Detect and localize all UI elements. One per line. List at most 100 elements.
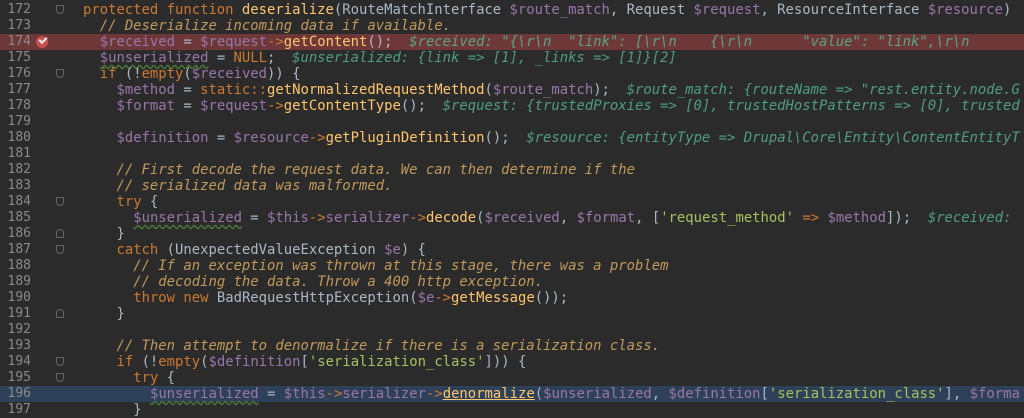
line-number[interactable]: 183 (0, 178, 31, 194)
code-line[interactable]: 183 // serialized data was malformed. (0, 178, 1024, 194)
code-text: $unserialized = NULL; $unserialized: {li… (100, 50, 677, 66)
code-token: (); (367, 34, 410, 50)
code-token: => (794, 210, 828, 226)
code-token: decode (425, 210, 477, 226)
code-token: $definition (668, 386, 761, 402)
line-number[interactable]: 182 (0, 162, 31, 178)
code-line[interactable]: 195 try { (0, 370, 1024, 386)
line-number[interactable]: 196 (0, 386, 31, 402)
line-number[interactable]: 174 (0, 34, 31, 50)
fold-marker-icon[interactable] (56, 229, 64, 238)
code-token: = (241, 210, 268, 226)
code-token: (UnexpectedValueException (166, 242, 385, 258)
code-line[interactable]: 197} (0, 402, 1024, 418)
code-token: } (116, 226, 125, 242)
line-number[interactable]: 178 (0, 98, 31, 114)
code-line[interactable]: 181 (0, 146, 1024, 162)
code-token: $resource (233, 130, 309, 146)
code-line[interactable]: 194 if (!empty($definition['serialization… (0, 354, 1024, 370)
code-token: $unserialized (149, 386, 259, 402)
line-number[interactable]: 187 (0, 242, 31, 258)
fold-marker-icon[interactable] (56, 357, 64, 366)
code-token: (RouteMatchInterface (333, 2, 510, 18)
line-number[interactable]: 179 (0, 114, 31, 130)
current-execution-line[interactable]: 196 $unserialized = $this->serializer->de… (0, 386, 1024, 402)
code-token: } (116, 306, 125, 322)
code-token: ( (484, 82, 493, 98)
line-number[interactable]: 180 (0, 130, 31, 146)
line-number[interactable]: 181 (0, 146, 31, 162)
line-number[interactable]: 172 (0, 2, 31, 18)
code-line[interactable]: 180 $definition = $resource->getPluginDef… (0, 130, 1024, 146)
code-line[interactable]: 182 // First decode the request data. We … (0, 162, 1024, 178)
fold-marker-icon[interactable] (56, 309, 64, 318)
code-token: } (133, 402, 142, 418)
code-token: -> (267, 34, 284, 50)
line-number[interactable]: 186 (0, 226, 31, 242)
code-token: static:: (200, 82, 268, 98)
code-line[interactable]: 191} (0, 306, 1024, 322)
code-line[interactable]: 189 // decoding the data. Throw a 400 htt… (0, 274, 1024, 290)
line-number[interactable]: 175 (0, 50, 31, 66)
line-number[interactable]: 192 (0, 322, 31, 338)
code-line[interactable]: 173 // Deserialize incoming data if avail… (0, 18, 1024, 34)
code-token: -> (267, 98, 284, 114)
code-token: (); (484, 130, 527, 146)
code-text: // First decode the request data. We can… (116, 162, 635, 178)
code-token: $unserialized (543, 386, 652, 402)
code-text: $unserialized = $this->serializer->denor… (150, 386, 1020, 402)
code-token: = (175, 34, 201, 50)
code-line[interactable]: 172 protected function deserialize(RouteM… (0, 2, 1024, 18)
fold-marker-icon[interactable] (56, 245, 64, 254)
line-number[interactable]: 188 (0, 258, 31, 274)
code-line[interactable]: 184 try { (0, 194, 1024, 210)
code-line[interactable]: 178 $format = $request->getContentType();… (0, 98, 1024, 114)
line-number[interactable]: 191 (0, 306, 31, 322)
code-line[interactable]: 176 if (!empty($received)) { (0, 66, 1024, 82)
code-text: $method = static::getNormalizedRequestMe… (116, 82, 1019, 98)
line-number[interactable]: 177 (0, 82, 31, 98)
line-number[interactable]: 176 (0, 66, 31, 82)
line-number[interactable]: 189 (0, 274, 31, 290)
code-token: $forma (969, 386, 1020, 402)
line-number[interactable]: 194 (0, 354, 31, 370)
code-token: (); (400, 98, 443, 114)
code-line[interactable]: 186} (0, 226, 1024, 242)
fold-marker-icon[interactable] (56, 197, 64, 206)
code-token: NULL (233, 50, 267, 66)
code-token: ()); (534, 290, 569, 306)
code-line[interactable]: 192 (0, 322, 1024, 338)
line-number[interactable]: 173 (0, 18, 31, 34)
line-number[interactable]: 197 (0, 402, 31, 418)
code-token: $route_match (492, 82, 594, 98)
breakpoint-icon[interactable] (36, 36, 48, 48)
code-token: $definition (208, 354, 301, 370)
code-line[interactable]: 177 $method = static::getNormalizedReques… (0, 82, 1024, 98)
line-number[interactable]: 190 (0, 290, 31, 306)
code-token: ); (593, 82, 627, 98)
fold-marker-icon[interactable] (56, 69, 64, 78)
fold-marker-icon[interactable] (56, 5, 64, 14)
code-token: = (208, 130, 234, 146)
code-text: // If an exception was thrown at this st… (133, 258, 668, 274)
line-number[interactable]: 184 (0, 194, 31, 210)
code-editor[interactable]: 172 protected function deserialize(RouteM… (0, 2, 1024, 418)
code-token: (! (141, 354, 159, 370)
code-line[interactable]: 187 catch (UnexpectedValueException $e) { (0, 242, 1024, 258)
code-token: try (133, 370, 167, 386)
fold-marker-icon[interactable] (56, 373, 64, 382)
line-number[interactable]: 193 (0, 338, 31, 354)
code-token: deserialize (241, 2, 334, 18)
code-line[interactable]: 190 throw new BadRequestHttpException($e-… (0, 290, 1024, 306)
code-line[interactable]: 188 // If an exception was thrown at this… (0, 258, 1024, 274)
line-number[interactable]: 195 (0, 370, 31, 386)
code-line[interactable]: 193 // Then attempt to denormalize if the… (0, 338, 1024, 354)
line-number[interactable]: 185 (0, 210, 31, 226)
code-text: // serialized data was malformed. (116, 178, 392, 194)
code-token: = (208, 50, 234, 66)
code-line[interactable]: 185 $unserialized = $this->serializer->de… (0, 210, 1024, 226)
code-text: $received = $request->getContent(); $rec… (100, 34, 970, 50)
code-line[interactable]: 175 $unserialized = NULL; $unserialized: … (0, 50, 1024, 66)
code-line[interactable]: 179 (0, 114, 1024, 130)
breakpoint-line[interactable]: 174 $received = $request->getContent(); $… (0, 34, 1024, 50)
